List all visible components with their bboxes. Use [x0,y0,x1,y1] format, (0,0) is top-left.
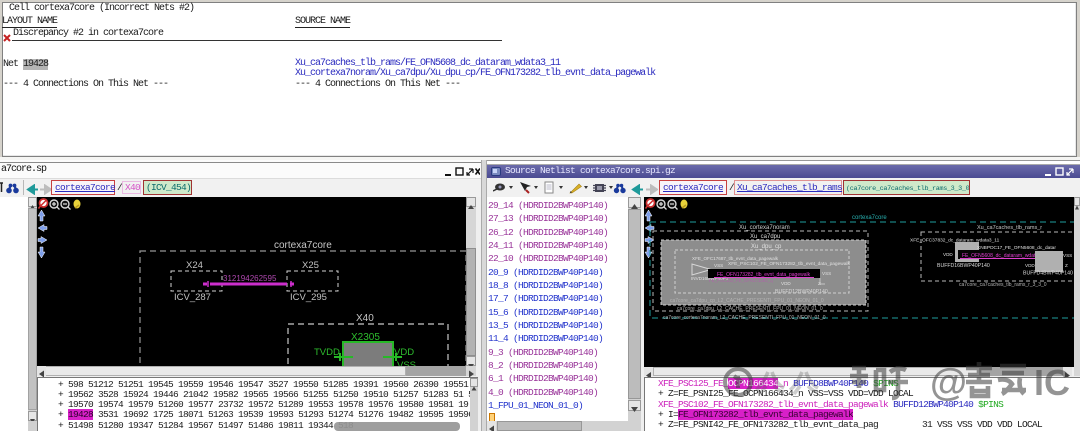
svg-text:IC: IC [1034,362,1070,403]
svg-text:ca7core_cortexa7noram_L2_CACHE: ca7core_cortexa7noram_L2_CACHE_PRESENTI_… [663,315,826,321]
svg-text:X40: X40 [356,313,374,324]
svg-text:X25: X25 [302,260,319,271]
svg-text:XFE_OFC37832_dc_dataram_wdata3: XFE_OFC37832_dc_dataram_wdata3_11 [910,238,1000,244]
svg-text:FE_PSC102_FE_OFN173282_q: FE_PSC102_FE_OFN173282_q [709,278,773,283]
svg-text:@: @ [930,362,967,404]
svg-text:cortexa7core: cortexa7core [274,240,332,251]
svg-text:XFE_PSC102_FE_OFN173282_tlb_ev: XFE_PSC102_FE_OFN173282_tlb_evnt_data_pa… [728,261,850,267]
svg-text:ca7core_ca7dpu_L2_CACHE_PRESEN: ca7core_ca7dpu_L2_CACHE_PRESENTI_FPU_01_… [677,306,823,312]
svg-text:VSS: VSS [822,271,831,276]
svg-text:cortexa7core: cortexa7core [852,215,887,221]
svg-text:Z: Z [1065,263,1068,268]
svg-text:ca7core_ca7caches_tlb_rams_r_3: ca7core_ca7caches_tlb_rams_r_3_3_0 [959,282,1047,288]
svg-text:312194262595: 312194262595 [223,274,277,283]
svg-text:VDD: VDD [781,281,791,286]
svg-text:Xu_dpu_cp: Xu_dpu_cp [751,244,782,250]
svg-text:VDD: VDD [1025,263,1035,268]
svg-text:VSS: VSS [1063,253,1072,258]
svg-text:Xu_ca7caches_tlb_rams_r: Xu_ca7caches_tlb_rams_r [977,225,1042,231]
svg-text:Xu_cortexa7noram: Xu_cortexa7noram [739,225,790,231]
svg-text:ICV_287: ICV_287 [174,292,211,303]
svg-text:ICV_295: ICV_295 [290,292,327,303]
svg-text:VSS: VSS [714,263,723,268]
svg-text:ca7core_ca7dpu_cp_L2_CACHE_PRE: ca7core_ca7dpu_cp_L2_CACHE_PRESENTI_FPU_… [670,298,824,304]
svg-text:XFE_OFC17687_tlb_evnt_data_pag: XFE_OFC17687_tlb_evnt_data_pagewalk [692,256,779,261]
svg-text:Z: Z [818,281,821,286]
svg-text:VDD: VDD [943,252,953,257]
svg-text:BUFFD16BWP40P140: BUFFD16BWP40P140 [937,263,990,269]
svg-text:Xu_ca7dpu: Xu_ca7dpu [750,234,780,240]
svg-text:X24: X24 [186,260,203,271]
svg-text:BUFFD12BWP40P140: BUFFD12BWP40P140 [775,289,828,295]
svg-text:BUFFD4BWP40P140: BUFFD4BWP40P140 [1023,271,1073,277]
